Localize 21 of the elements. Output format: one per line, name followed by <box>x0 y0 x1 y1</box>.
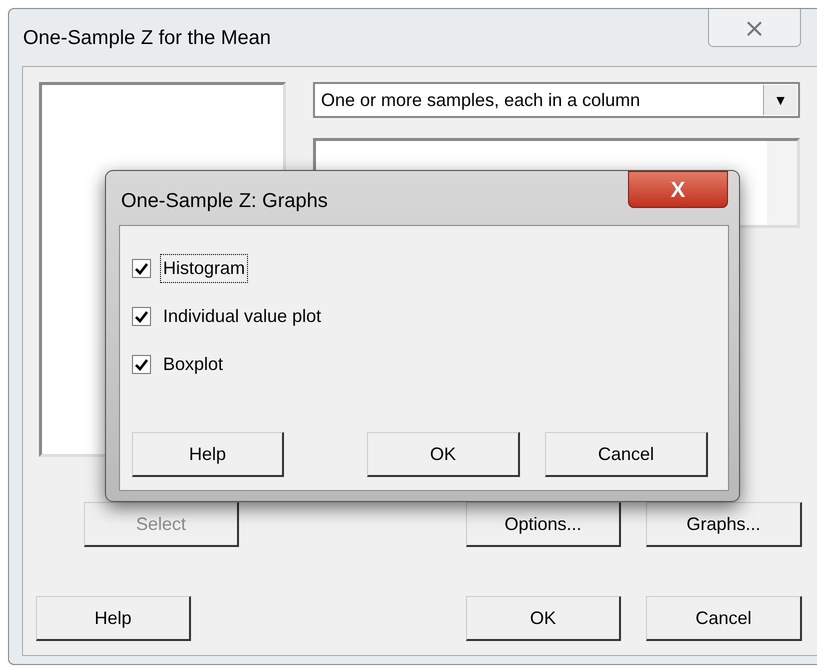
ok-button[interactable]: OK <box>466 596 621 641</box>
checkbox[interactable] <box>132 355 151 374</box>
help-button[interactable]: Help <box>132 432 284 477</box>
mode-dropdown[interactable]: One or more samples, each in a column ▼ <box>313 82 800 118</box>
window-title: One-Sample Z for the Mean <box>23 26 271 50</box>
dialog-title: One-Sample Z: Graphs <box>121 189 328 214</box>
scrollbar[interactable] <box>767 141 797 225</box>
ok-button[interactable]: OK <box>367 432 520 477</box>
close-button[interactable]: X <box>628 171 728 208</box>
dropdown-arrow-button[interactable]: ▼ <box>763 85 797 115</box>
checkbox[interactable] <box>132 307 151 326</box>
cancel-button[interactable]: Cancel <box>545 432 708 477</box>
options-button[interactable]: Options... <box>466 502 621 547</box>
checkbox-label[interactable]: Boxplot <box>160 350 226 379</box>
close-button[interactable]: ⨯ <box>708 9 801 47</box>
help-button[interactable]: Help <box>36 596 191 641</box>
checkbox-label[interactable]: Histogram <box>160 254 248 283</box>
checkbox[interactable] <box>132 259 151 278</box>
checkbox-label[interactable]: Individual value plot <box>160 302 324 331</box>
cancel-button[interactable]: Cancel <box>646 596 802 641</box>
graphs-button[interactable]: Graphs... <box>646 502 802 547</box>
